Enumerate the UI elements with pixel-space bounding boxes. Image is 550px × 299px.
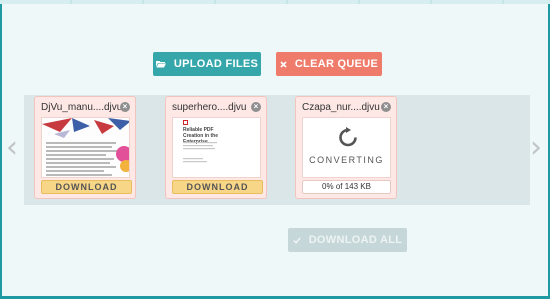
check-icon [292, 236, 301, 244]
file-thumbnail: Reliable PDF Creation in the Enterprise [172, 117, 261, 178]
close-circle-icon[interactable]: × [251, 102, 261, 112]
download-all-button[interactable]: DOWNLOAD ALL [288, 228, 407, 252]
next-arrow-icon[interactable]: › [530, 133, 542, 163]
download-button[interactable]: DOWNLOAD [41, 180, 132, 194]
close-circle-icon[interactable]: × [381, 102, 391, 112]
converting-panel: CONVERTING [302, 117, 391, 178]
file-name: DjVu_manu....djvu [41, 102, 123, 113]
upload-files-label: UPLOAD FILES [173, 58, 259, 70]
folder-open-icon [155, 61, 166, 68]
conversion-progress: 0% of 143 KB [302, 180, 391, 194]
upload-files-button[interactable]: UPLOAD FILES [153, 52, 261, 76]
file-thumbnail [41, 117, 130, 178]
file-card: superhero....djvu × Reliable PDF Creatio… [165, 96, 267, 199]
clear-queue-label: CLEAR QUEUE [294, 58, 379, 70]
file-card: Czapa_nur....djvu × CONVERTING 0% of 143… [295, 96, 397, 199]
file-name: superhero....djvu [172, 102, 247, 113]
clear-queue-button[interactable]: CLEAR QUEUE [276, 52, 382, 76]
prev-arrow-icon[interactable]: ‹ [6, 133, 18, 163]
close-x-icon [280, 60, 287, 68]
close-circle-icon[interactable]: × [120, 102, 130, 112]
top-border [0, 0, 550, 4]
file-name: Czapa_nur....djvu [302, 102, 380, 113]
download-button[interactable]: DOWNLOAD [172, 180, 263, 194]
refresh-icon [339, 127, 357, 147]
download-all-label: DOWNLOAD ALL [308, 234, 403, 246]
file-card: DjVu_manu....djvu × DOWNLOAD [34, 96, 136, 199]
converting-status: CONVERTING [309, 155, 384, 165]
